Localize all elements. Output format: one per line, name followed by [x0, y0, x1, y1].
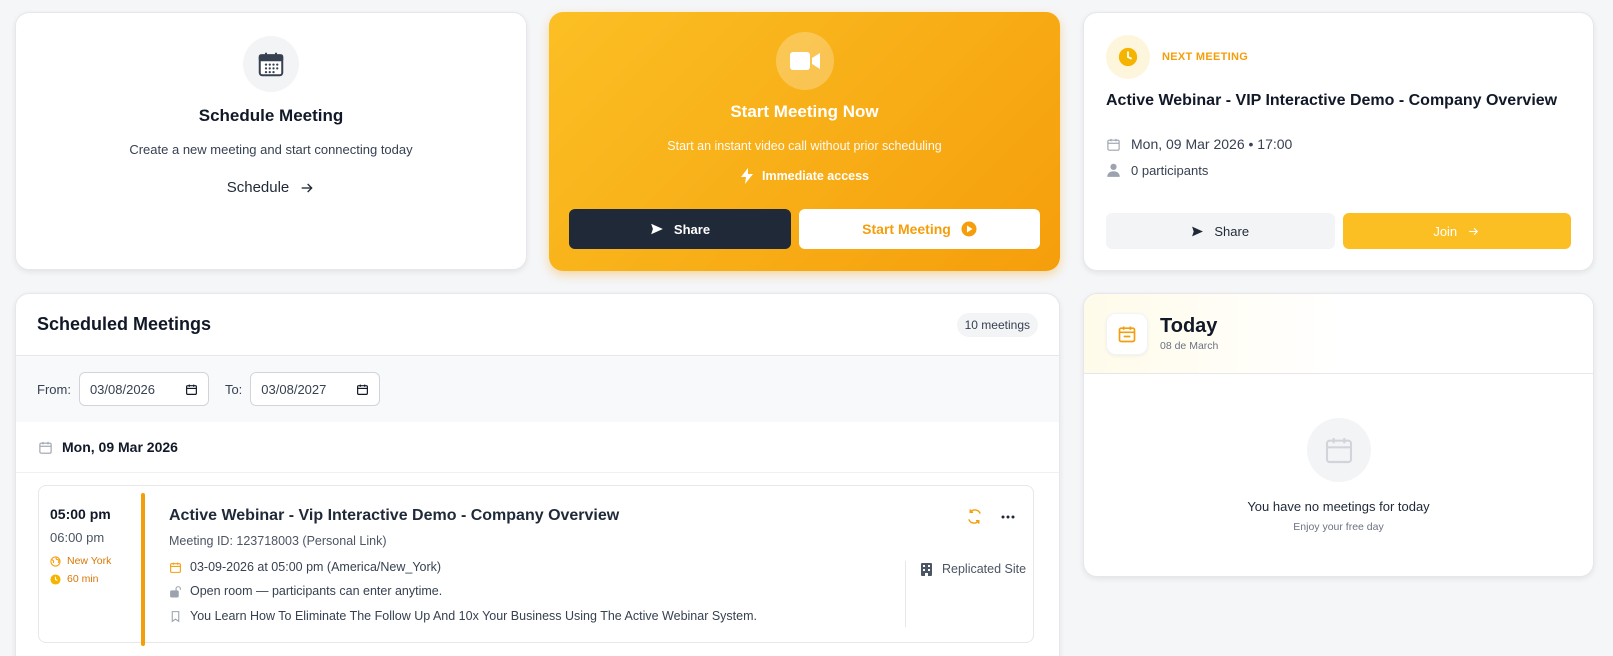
calendar-picker-icon [356, 383, 369, 396]
today-title: Today [1160, 315, 1218, 337]
start-meeting-button-label: Start Meeting [862, 221, 951, 237]
next-meeting-share-button[interactable]: Share [1106, 213, 1335, 249]
meeting-time-column: 05:00 pm 06:00 pm New York 60 min [50, 506, 111, 585]
from-date-input[interactable]: 03/08/2026 [78, 372, 209, 406]
calendar-icon [243, 36, 299, 92]
meeting-title: Active Webinar - Vip Interactive Demo - … [169, 507, 620, 524]
meeting-duration-label: 60 min [67, 573, 99, 585]
meeting-id: Meeting ID: 123718003 (Personal Link) [169, 534, 387, 548]
globe-icon [50, 555, 61, 567]
unlock-icon [169, 585, 182, 598]
to-date-value: 03/08/2027 [261, 381, 327, 397]
meeting-access-text: Open room — participants can enter anyti… [190, 584, 443, 598]
next-meeting-datetime-row: Mon, 09 Mar 2026 • 17:00 [1106, 136, 1292, 152]
day-heading-label: Mon, 09 Mar 2026 [62, 439, 178, 455]
meeting-site-label: Replicated Site [942, 562, 1027, 576]
schedule-meeting-description: Create a new meeting and start connectin… [129, 142, 413, 157]
building-icon [921, 562, 932, 576]
today-card: Today 08 de March You have no meetings f… [1083, 293, 1594, 577]
start-meeting-now-title: Start Meeting Now [730, 102, 879, 121]
scheduled-meetings-title: Scheduled Meetings [37, 314, 212, 334]
video-camera-icon [775, 32, 834, 90]
send-icon [650, 222, 664, 236]
meeting-access-row: Open room — participants can enter anyti… [169, 584, 442, 598]
calendar-icon [1106, 137, 1121, 152]
meeting-divider [905, 561, 906, 627]
meeting-site: Replicated Site [921, 562, 1026, 576]
clock-icon [50, 573, 61, 585]
meeting-schedule-row: 03-09-2026 at 05:00 pm (America/New_York… [169, 560, 441, 574]
start-meeting-now-card: Start Meeting Now Start an instant video… [549, 12, 1060, 271]
next-meeting-label: NEXT MEETING [1162, 51, 1249, 63]
scheduled-meetings-panel: Scheduled Meetings 10 meetings From: 03/… [15, 293, 1060, 656]
to-date-input[interactable]: 03/08/2027 [250, 372, 381, 406]
meeting-list-item[interactable]: 05:00 pm 06:00 pm New York 60 min Active… [38, 485, 1034, 646]
arrow-right-icon [299, 180, 315, 196]
empty-state-subtitle: Enjoy your free day [1293, 521, 1384, 533]
immediate-access-label: Immediate access [761, 169, 869, 183]
meeting-location-label: New York [67, 555, 112, 567]
schedule-link-label: Schedule [226, 179, 290, 196]
calendar-icon [169, 561, 182, 574]
meeting-start-time: 05:00 pm [50, 506, 111, 522]
meetings-count-badge: 10 meetings [956, 312, 1038, 337]
meeting-description-row: You Learn How To Eliminate The Follow Up… [169, 609, 757, 623]
send-icon [1191, 225, 1204, 238]
day-heading: Mon, 09 Mar 2026 [16, 422, 1059, 473]
join-button-label: Join [1433, 223, 1458, 239]
more-options-icon[interactable] [1001, 515, 1015, 519]
bookmark-icon [169, 610, 182, 623]
empty-state: You have no meetings for today Enjoy you… [1084, 374, 1593, 533]
from-label: From: [37, 381, 71, 397]
schedule-meeting-card: Schedule Meeting Create a new meeting an… [15, 12, 527, 270]
today-date: 08 de March [1160, 340, 1219, 352]
meeting-schedule-text: 03-09-2026 at 05:00 pm (America/New_York… [190, 560, 442, 574]
calendar-today-icon [1106, 312, 1148, 355]
join-button[interactable]: Join [1342, 213, 1571, 249]
calendar-icon [38, 440, 53, 455]
recurring-icon[interactable] [966, 508, 983, 525]
meeting-end-time: 06:00 pm [50, 530, 105, 545]
share-button[interactable]: Share [569, 209, 791, 249]
meeting-duration: 60 min [50, 573, 111, 585]
arrow-right-icon [1467, 225, 1480, 238]
next-meeting-card: NEXT MEETING Active Webinar - VIP Intera… [1083, 12, 1594, 271]
meeting-description: You Learn How To Eliminate The Follow Up… [190, 609, 757, 623]
meeting-accent-bar [141, 493, 145, 646]
play-circle-icon [961, 221, 977, 237]
to-label: To: [224, 381, 243, 397]
next-meeting-datetime: Mon, 09 Mar 2026 • 17:00 [1131, 136, 1293, 152]
share-button-label: Share [673, 221, 711, 237]
calendar-picker-icon [185, 383, 198, 396]
schedule-link[interactable]: Schedule [227, 179, 316, 196]
clock-icon [1106, 35, 1150, 79]
next-meeting-participants: 0 participants [1131, 162, 1209, 178]
next-meeting-share-label: Share [1214, 223, 1250, 239]
from-date-value: 03/08/2026 [89, 381, 156, 397]
meeting-location: New York [50, 555, 111, 567]
schedule-meeting-title: Schedule Meeting [198, 106, 344, 125]
start-meeting-now-description: Start an instant video call without prio… [667, 139, 942, 153]
user-icon [1106, 162, 1121, 178]
date-filters: From: 03/08/2026 To: 03/08/2027 [16, 356, 1059, 422]
immediate-access-note: Immediate access [740, 168, 869, 184]
lightning-icon [740, 168, 754, 184]
start-meeting-button[interactable]: Start Meeting [799, 209, 1040, 249]
empty-calendar-icon [1306, 418, 1371, 482]
empty-state-title: You have no meetings for today [1247, 499, 1430, 514]
next-meeting-participants-row: 0 participants [1106, 162, 1208, 178]
next-meeting-title: Active Webinar - VIP Interactive Demo - … [1106, 92, 1558, 109]
